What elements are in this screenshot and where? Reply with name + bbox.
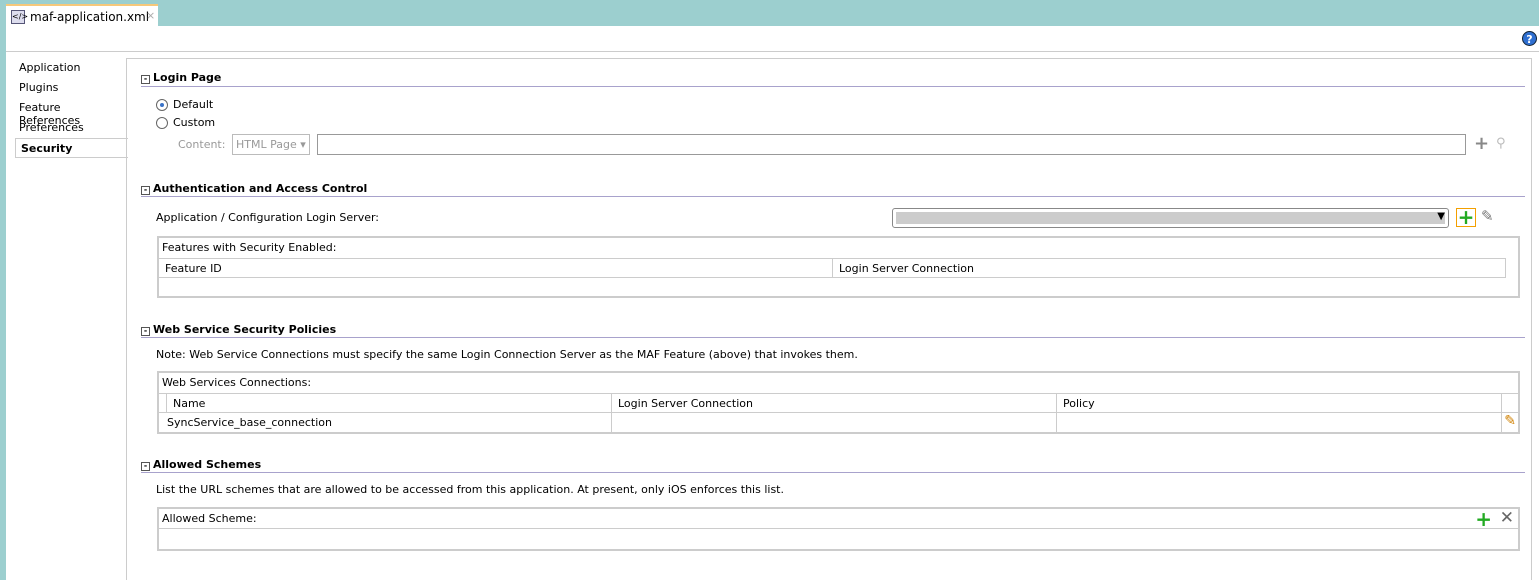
collapse-icon[interactable]: - xyxy=(141,462,150,471)
divider xyxy=(141,337,1525,338)
content-input[interactable] xyxy=(317,134,1466,155)
collapse-icon[interactable]: - xyxy=(141,186,150,195)
tab-maf-application[interactable]: </> maf-application.xml × xyxy=(6,4,158,27)
divider xyxy=(141,472,1525,473)
cell-name[interactable]: SyncService_base_connection xyxy=(159,413,612,432)
radio-custom-label: Custom xyxy=(173,116,216,129)
radio-custom[interactable] xyxy=(156,117,168,129)
sidebar-item-security[interactable]: Security xyxy=(15,138,128,158)
cell-policy[interactable] xyxy=(1057,413,1502,432)
section-ws-security[interactable]: - Web Service Security Policies xyxy=(141,323,336,336)
edit-pencil-icon[interactable]: ✎ xyxy=(1504,413,1516,429)
features-table: Features with Security Enabled: Feature … xyxy=(157,236,1520,298)
tab-label: maf-application.xml xyxy=(30,10,150,24)
divider xyxy=(141,196,1525,197)
select-value xyxy=(896,212,1445,224)
help-icon[interactable]: ? xyxy=(1522,31,1537,46)
window-edge xyxy=(0,26,6,580)
sidebar-item-feature-references[interactable]: Feature References xyxy=(14,98,127,127)
column-header[interactable]: Allowed Scheme: xyxy=(159,509,1518,529)
delete-icon[interactable]: ✕ xyxy=(1500,508,1514,528)
column-header[interactable]: Feature ID xyxy=(159,259,833,278)
table-row[interactable]: SyncService_base_connection ✎ xyxy=(159,413,1518,432)
sidebar-nav: Application Plugins Feature References P… xyxy=(14,58,128,158)
divider xyxy=(141,86,1525,87)
content-label: Content: xyxy=(178,138,226,151)
section-auth[interactable]: - Authentication and Access Control xyxy=(141,182,367,195)
collapse-icon[interactable]: - xyxy=(141,75,150,84)
table-title: Features with Security Enabled: xyxy=(162,241,337,254)
table-title: Web Services Connections: xyxy=(162,376,312,389)
chevron-down-icon: ▼ xyxy=(1437,211,1445,222)
column-header[interactable]: Policy xyxy=(1057,394,1502,413)
collapse-icon[interactable]: - xyxy=(141,327,150,336)
search-icon[interactable]: ⚲ xyxy=(1496,136,1506,151)
section-title: Allowed Schemes xyxy=(153,458,262,471)
row-header-corner xyxy=(159,394,167,413)
editor-tab-bar xyxy=(0,0,1539,26)
section-title: Web Service Security Policies xyxy=(153,323,337,336)
login-server-select[interactable]: ▼ xyxy=(892,208,1449,228)
add-icon[interactable]: + xyxy=(1474,135,1489,153)
add-login-server-icon[interactable]: + xyxy=(1456,207,1476,227)
radio-default-label: Default xyxy=(173,98,214,111)
sidebar-item-preferences[interactable]: Preferences xyxy=(14,118,127,138)
cell-login-server[interactable] xyxy=(612,413,1057,432)
column-header[interactable]: Login Server Connection xyxy=(612,394,1057,413)
xml-file-icon: </> xyxy=(11,10,28,24)
allowed-schemes-table: Allowed Scheme: + ✕ xyxy=(157,507,1520,551)
schemes-description: List the URL schemes that are allowed to… xyxy=(156,483,784,496)
column-header[interactable]: Name xyxy=(167,394,612,413)
sidebar-item-plugins[interactable]: Plugins xyxy=(14,78,127,98)
radio-default[interactable] xyxy=(156,99,168,111)
section-title: Login Page xyxy=(153,71,222,84)
login-server-label: Application / Configuration Login Server… xyxy=(156,211,380,224)
ws-connections-table: Web Services Connections: Name Login Ser… xyxy=(157,371,1520,434)
ws-note: Note: Web Service Connections must speci… xyxy=(156,348,858,361)
content-type-select[interactable]: HTML Page ▾ xyxy=(232,134,310,155)
select-value: HTML Page xyxy=(236,138,297,151)
divider xyxy=(6,51,1539,52)
sidebar-item-application[interactable]: Application xyxy=(14,58,127,78)
add-scheme-icon[interactable]: + xyxy=(1475,507,1492,531)
edit-pencil-icon[interactable]: ✎ xyxy=(1481,207,1494,225)
chevron-down-icon: ▾ xyxy=(300,138,306,151)
section-title: Authentication and Access Control xyxy=(153,182,368,195)
section-allowed-schemes[interactable]: - Allowed Schemes xyxy=(141,458,261,471)
column-header[interactable]: Login Server Connection xyxy=(833,259,1506,278)
section-login-page[interactable]: - Login Page xyxy=(141,71,221,84)
close-icon[interactable]: × xyxy=(146,9,155,22)
